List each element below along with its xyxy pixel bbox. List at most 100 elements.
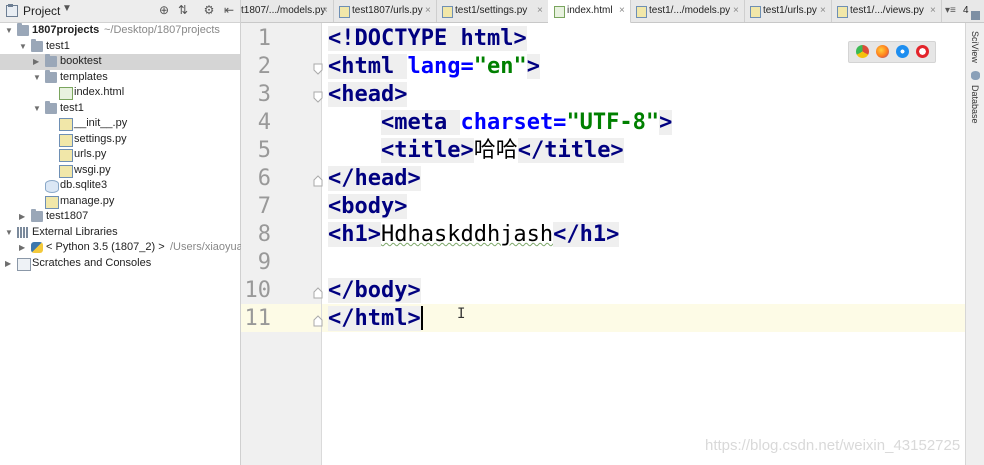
expanded-arrow-icon[interactable]: ▼	[19, 42, 27, 51]
tree-folder-test1[interactable]: ▼ test1	[0, 38, 240, 55]
expanded-arrow-icon[interactable]: ▼	[5, 27, 13, 35]
tree-folder-templates[interactable]: ▼ templates	[0, 69, 240, 86]
expanded-arrow-icon[interactable]: ▼	[5, 228, 13, 237]
code-line[interactable]: </html>	[328, 305, 423, 333]
code-token: charset=	[460, 110, 567, 135]
expanded-arrow-icon[interactable]: ▼	[33, 73, 41, 82]
line-number: 1	[257, 26, 271, 51]
close-icon[interactable]: ×	[322, 0, 328, 22]
tree-item-label: wsgi.py	[74, 163, 111, 176]
fold-marker-icon[interactable]	[313, 314, 323, 327]
line-number: 10	[244, 278, 272, 303]
expanded-arrow-icon[interactable]: ▼	[33, 104, 41, 113]
tree-scratches-consoles[interactable]: ▶ Scratches and Consoles	[0, 256, 240, 272]
scratches-icon	[17, 257, 31, 271]
tree-file-manage-py[interactable]: manage.py	[0, 194, 240, 210]
tree-item-label: < Python 3.5 (1807_2) >	[46, 241, 165, 253]
tab-test1-urls-py[interactable]: test1/urls.py ×	[744, 0, 832, 22]
tab-label: test1/settings.py	[455, 5, 528, 16]
collapse-all-icon[interactable]: ⇅	[176, 3, 190, 17]
ide-window: Project ▼ ⊕ ⇅ ⚙ ⇤ ▼ 1807projects ~/Desktop…	[0, 0, 984, 465]
python-file-icon	[59, 118, 73, 131]
close-icon[interactable]: ×	[619, 0, 625, 22]
fold-marker-icon[interactable]	[313, 286, 323, 299]
code-token: >	[513, 26, 527, 51]
tab-overflow-icon[interactable]: ▾≡	[945, 0, 956, 22]
tree-file-init-py[interactable]: __init__.py	[0, 116, 240, 132]
fold-marker-icon[interactable]	[313, 174, 323, 187]
tab-label: index.html	[567, 5, 613, 16]
mouse-ibeam-cursor: I	[457, 306, 466, 322]
code-editor[interactable]: 1 <!DOCTYPE html> 2 <html lang="en"> 3 <head>…	[241, 23, 965, 465]
tab-test1-models-py[interactable]: test1/.../models.py ×	[630, 0, 745, 22]
code-token: >	[526, 54, 540, 79]
tree-file-db-sqlite3[interactable]: db.sqlite3	[0, 178, 240, 194]
project-panel-title[interactable]: Project	[23, 4, 60, 18]
tree-file-wsgi-py[interactable]: wsgi.py	[0, 163, 240, 179]
tree-folder-test1-inner[interactable]: ▼ test1	[0, 100, 240, 117]
code-line[interactable]: <html lang="en">	[328, 53, 540, 81]
python-file-icon	[59, 164, 73, 178]
folder-icon	[17, 23, 29, 36]
code-token: </html>	[328, 306, 421, 331]
python-file-icon	[59, 149, 73, 162]
tree-file-urls-py[interactable]: urls.py	[0, 147, 240, 163]
close-icon[interactable]: ×	[537, 0, 543, 22]
tree-item-label: db.sqlite3	[60, 179, 108, 191]
code-line[interactable]: <!DOCTYPE html>	[328, 25, 527, 53]
python-icon	[31, 242, 43, 253]
fold-marker-icon[interactable]	[313, 90, 323, 103]
line-number: 3	[257, 82, 271, 107]
database-tab[interactable]: Database	[970, 85, 980, 124]
code-token: <!DOCTYPE	[328, 26, 461, 51]
collapsed-arrow-icon[interactable]: ▶	[19, 213, 27, 221]
chevron-down-icon[interactable]: ▼	[62, 3, 72, 14]
line-number: 6	[257, 166, 271, 191]
chrome-icon[interactable]	[856, 45, 869, 58]
sciview-tab[interactable]: SciView	[970, 31, 980, 63]
tree-item-label: Scratches and Consoles	[32, 256, 152, 269]
tree-file-index-html[interactable]: index.html	[0, 85, 240, 101]
code-line[interactable]: <title>哈哈</title>	[328, 137, 624, 165]
tab-t1807-models-py[interactable]: t1807/.../models.py ×	[241, 0, 334, 22]
close-icon[interactable]: ×	[930, 0, 936, 22]
close-icon[interactable]: ×	[820, 0, 826, 22]
tab-test1-settings-py[interactable]: test1/settings.py ×	[436, 0, 549, 22]
code-line[interactable]: <head>	[328, 81, 408, 109]
gear-icon[interactable]: ⚙	[202, 3, 216, 17]
line-number: 8	[257, 222, 271, 247]
code-line[interactable]: <body>	[328, 193, 408, 221]
folder-icon	[45, 54, 57, 67]
firefox-icon[interactable]	[876, 45, 889, 58]
tab-test1-views-py[interactable]: test1/.../views.py ×	[831, 0, 942, 22]
code-line[interactable]: </body>	[328, 277, 421, 305]
locate-icon[interactable]: ⊕	[157, 3, 171, 17]
tree-root-1807projects[interactable]: ▼ 1807projects ~/Desktop/1807projects	[0, 23, 240, 39]
watermark-text: https://blog.csdn.net/weixin_43152725	[705, 437, 961, 454]
tree-folder-test1807[interactable]: ▶ test1807	[0, 209, 240, 225]
close-icon[interactable]: ×	[733, 0, 739, 22]
tree-file-settings-py[interactable]: settings.py	[0, 132, 240, 148]
collapsed-arrow-icon[interactable]: ▶	[19, 244, 27, 252]
code-line[interactable]: <meta charset="UTF-8">	[328, 109, 673, 137]
html-file-icon	[554, 6, 565, 18]
close-icon[interactable]: ×	[425, 0, 431, 22]
tab-test1807-urls-py[interactable]: test1807/urls.py ×	[333, 0, 437, 22]
tree-folder-booktest[interactable]: ▶ booktest	[0, 54, 240, 70]
collapsed-arrow-icon[interactable]: ▶	[33, 58, 41, 66]
fold-marker-icon[interactable]	[313, 62, 323, 75]
safari-icon[interactable]	[896, 45, 909, 58]
opera-icon[interactable]	[916, 45, 929, 58]
collapsed-arrow-icon[interactable]: ▶	[5, 259, 13, 268]
code-token: >	[659, 110, 673, 135]
tree-python-interpreter[interactable]: ▶ < Python 3.5 (1807_2) > /Users/xiaoyuan	[0, 240, 249, 256]
code-line[interactable]: <h1>Hdhaskddhjash</h1>	[328, 221, 620, 249]
tab-index-html[interactable]: index.html ×	[548, 0, 631, 24]
tree-external-libraries[interactable]: ▼ External Libraries	[0, 225, 240, 241]
tree-item-path: /Users/xiaoyuan	[170, 241, 249, 253]
code-token: 哈哈	[473, 138, 518, 163]
hide-panel-icon[interactable]: ⇤	[222, 3, 236, 17]
code-line[interactable]: </head>	[328, 165, 421, 193]
code-token: Hdhaskddhjash	[380, 222, 554, 247]
folder-icon	[31, 209, 43, 222]
